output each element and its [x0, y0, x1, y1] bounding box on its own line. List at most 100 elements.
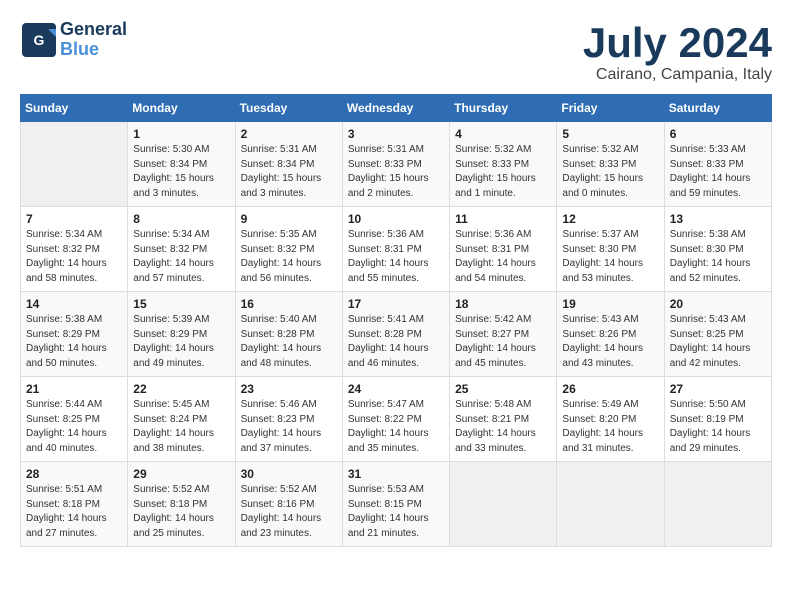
day-detail: Sunrise: 5:32 AM Sunset: 8:33 PM Dayligh… [562, 143, 658, 201]
calendar-cell-w2-d3: 9 Sunrise: 5:35 AM Sunset: 8:32 PM Daylig… [235, 207, 342, 292]
header-thursday: Thursday [450, 95, 557, 122]
day-detail: Sunrise: 5:38 AM Sunset: 8:29 PM Dayligh… [26, 313, 122, 371]
day-detail: Sunrise: 5:49 AM Sunset: 8:20 PM Dayligh… [562, 398, 658, 456]
day-number: 4 [455, 127, 551, 141]
calendar-cell-w5-d3: 30 Sunrise: 5:52 AM Sunset: 8:16 PM Dayli… [235, 462, 342, 547]
day-detail: Sunrise: 5:36 AM Sunset: 8:31 PM Dayligh… [348, 228, 444, 286]
calendar-month-year: July 2024 [583, 20, 772, 66]
day-number: 27 [670, 382, 766, 396]
calendar-location: Cairano, Campania, Italy [583, 66, 772, 84]
day-number: 12 [562, 212, 658, 226]
day-number: 13 [670, 212, 766, 226]
day-detail: Sunrise: 5:45 AM Sunset: 8:24 PM Dayligh… [133, 398, 229, 456]
day-number: 2 [241, 127, 337, 141]
day-number: 14 [26, 297, 122, 311]
logo: G General Blue [20, 20, 127, 60]
calendar-table: Sunday Monday Tuesday Wednesday Thursday… [20, 94, 772, 547]
day-detail: Sunrise: 5:38 AM Sunset: 8:30 PM Dayligh… [670, 228, 766, 286]
day-detail: Sunrise: 5:44 AM Sunset: 8:25 PM Dayligh… [26, 398, 122, 456]
calendar-title-block: July 2024 Cairano, Campania, Italy [583, 20, 772, 84]
day-detail: Sunrise: 5:43 AM Sunset: 8:26 PM Dayligh… [562, 313, 658, 371]
day-number: 23 [241, 382, 337, 396]
calendar-cell-w4-d1: 21 Sunrise: 5:44 AM Sunset: 8:25 PM Dayli… [21, 377, 128, 462]
day-detail: Sunrise: 5:43 AM Sunset: 8:25 PM Dayligh… [670, 313, 766, 371]
day-number: 18 [455, 297, 551, 311]
calendar-cell-w4-d6: 26Sunrise: 5:49 AM Sunset: 8:20 PM Dayli… [557, 377, 664, 462]
day-detail: Sunrise: 5:36 AM Sunset: 8:31 PM Dayligh… [455, 228, 551, 286]
calendar-cell-w4-d7: 27Sunrise: 5:50 AM Sunset: 8:19 PM Dayli… [664, 377, 771, 462]
day-detail: Sunrise: 5:47 AM Sunset: 8:22 PM Dayligh… [348, 398, 444, 456]
calendar-cell-w3-d7: 20 Sunrise: 5:43 AM Sunset: 8:25 PM Dayli… [664, 292, 771, 377]
calendar-cell-w3-d5: 18 Sunrise: 5:42 AM Sunset: 8:27 PM Dayli… [450, 292, 557, 377]
page-header: G General Blue July 2024 Cairano, Campan… [20, 20, 772, 84]
day-detail: Sunrise: 5:52 AM Sunset: 8:16 PM Dayligh… [241, 483, 337, 541]
calendar-cell-w1-d4: 3 Sunrise: 5:31 AM Sunset: 8:33 PM Daylig… [342, 122, 449, 207]
day-detail: Sunrise: 5:52 AM Sunset: 8:18 PM Dayligh… [133, 483, 229, 541]
calendar-cell-w5-d2: 29 Sunrise: 5:52 AM Sunset: 8:18 PM Dayli… [128, 462, 235, 547]
calendar-week-4: 21 Sunrise: 5:44 AM Sunset: 8:25 PM Dayli… [21, 377, 772, 462]
day-number: 6 [670, 127, 766, 141]
calendar-cell-w1-d2: 1 Sunrise: 5:30 AM Sunset: 8:34 PM Daylig… [128, 122, 235, 207]
calendar-week-3: 14 Sunrise: 5:38 AM Sunset: 8:29 PM Dayli… [21, 292, 772, 377]
header-saturday: Saturday [664, 95, 771, 122]
logo-text-blue: Blue [60, 40, 127, 60]
header-monday: Monday [128, 95, 235, 122]
calendar-cell-w2-d1: 7Sunrise: 5:34 AM Sunset: 8:32 PM Daylig… [21, 207, 128, 292]
day-number: 20 [670, 297, 766, 311]
calendar-cell-w3-d1: 14 Sunrise: 5:38 AM Sunset: 8:29 PM Dayli… [21, 292, 128, 377]
day-number: 5 [562, 127, 658, 141]
calendar-cell-w4-d3: 23 Sunrise: 5:46 AM Sunset: 8:23 PM Dayli… [235, 377, 342, 462]
day-detail: Sunrise: 5:51 AM Sunset: 8:18 PM Dayligh… [26, 483, 122, 541]
day-number: 11 [455, 212, 551, 226]
calendar-cell-w4-d2: 22 Sunrise: 5:45 AM Sunset: 8:24 PM Dayli… [128, 377, 235, 462]
calendar-cell-w3-d4: 17Sunrise: 5:41 AM Sunset: 8:28 PM Dayli… [342, 292, 449, 377]
day-number: 9 [241, 212, 337, 226]
day-detail: Sunrise: 5:37 AM Sunset: 8:30 PM Dayligh… [562, 228, 658, 286]
calendar-cell-w5-d1: 28Sunrise: 5:51 AM Sunset: 8:18 PM Dayli… [21, 462, 128, 547]
day-number: 19 [562, 297, 658, 311]
day-number: 21 [26, 382, 122, 396]
day-number: 24 [348, 382, 444, 396]
calendar-cell-w3-d6: 19 Sunrise: 5:43 AM Sunset: 8:26 PM Dayli… [557, 292, 664, 377]
day-number: 16 [241, 297, 337, 311]
day-number: 1 [133, 127, 229, 141]
calendar-cell-w1-d3: 2 Sunrise: 5:31 AM Sunset: 8:34 PM Daylig… [235, 122, 342, 207]
calendar-cell-w1-d5: 4Sunrise: 5:32 AM Sunset: 8:33 PM Daylig… [450, 122, 557, 207]
calendar-cell-w1-d6: 5 Sunrise: 5:32 AM Sunset: 8:33 PM Daylig… [557, 122, 664, 207]
calendar-cell-w1-d7: 6 Sunrise: 5:33 AM Sunset: 8:33 PM Daylig… [664, 122, 771, 207]
day-detail: Sunrise: 5:48 AM Sunset: 8:21 PM Dayligh… [455, 398, 551, 456]
day-detail: Sunrise: 5:31 AM Sunset: 8:33 PM Dayligh… [348, 143, 444, 201]
day-detail: Sunrise: 5:53 AM Sunset: 8:15 PM Dayligh… [348, 483, 444, 541]
calendar-cell-w4-d5: 25Sunrise: 5:48 AM Sunset: 8:21 PM Dayli… [450, 377, 557, 462]
calendar-cell-w3-d3: 16 Sunrise: 5:40 AM Sunset: 8:28 PM Dayli… [235, 292, 342, 377]
day-detail: Sunrise: 5:42 AM Sunset: 8:27 PM Dayligh… [455, 313, 551, 371]
day-detail: Sunrise: 5:40 AM Sunset: 8:28 PM Dayligh… [241, 313, 337, 371]
header-sunday: Sunday [21, 95, 128, 122]
calendar-cell-w2-d7: 13 Sunrise: 5:38 AM Sunset: 8:30 PM Dayli… [664, 207, 771, 292]
calendar-week-2: 7Sunrise: 5:34 AM Sunset: 8:32 PM Daylig… [21, 207, 772, 292]
calendar-cell-w5-d5 [450, 462, 557, 547]
calendar-cell-w1-d1 [21, 122, 128, 207]
calendar-cell-w4-d4: 24 Sunrise: 5:47 AM Sunset: 8:22 PM Dayli… [342, 377, 449, 462]
day-detail: Sunrise: 5:46 AM Sunset: 8:23 PM Dayligh… [241, 398, 337, 456]
calendar-week-5: 28Sunrise: 5:51 AM Sunset: 8:18 PM Dayli… [21, 462, 772, 547]
day-number: 22 [133, 382, 229, 396]
calendar-cell-w3-d2: 15Sunrise: 5:39 AM Sunset: 8:29 PM Dayli… [128, 292, 235, 377]
calendar-cell-w5-d7 [664, 462, 771, 547]
calendar-cell-w2-d4: 10Sunrise: 5:36 AM Sunset: 8:31 PM Dayli… [342, 207, 449, 292]
day-number: 30 [241, 467, 337, 481]
header-friday: Friday [557, 95, 664, 122]
calendar-cell-w2-d5: 11 Sunrise: 5:36 AM Sunset: 8:31 PM Dayli… [450, 207, 557, 292]
day-detail: Sunrise: 5:35 AM Sunset: 8:32 PM Dayligh… [241, 228, 337, 286]
day-detail: Sunrise: 5:30 AM Sunset: 8:34 PM Dayligh… [133, 143, 229, 201]
day-detail: Sunrise: 5:34 AM Sunset: 8:32 PM Dayligh… [133, 228, 229, 286]
header-tuesday: Tuesday [235, 95, 342, 122]
day-detail: Sunrise: 5:33 AM Sunset: 8:33 PM Dayligh… [670, 143, 766, 201]
day-detail: Sunrise: 5:31 AM Sunset: 8:34 PM Dayligh… [241, 143, 337, 201]
day-detail: Sunrise: 5:41 AM Sunset: 8:28 PM Dayligh… [348, 313, 444, 371]
svg-text:G: G [34, 32, 45, 48]
day-number: 29 [133, 467, 229, 481]
day-number: 3 [348, 127, 444, 141]
day-number: 8 [133, 212, 229, 226]
calendar-cell-w2-d6: 12 Sunrise: 5:37 AM Sunset: 8:30 PM Dayli… [557, 207, 664, 292]
